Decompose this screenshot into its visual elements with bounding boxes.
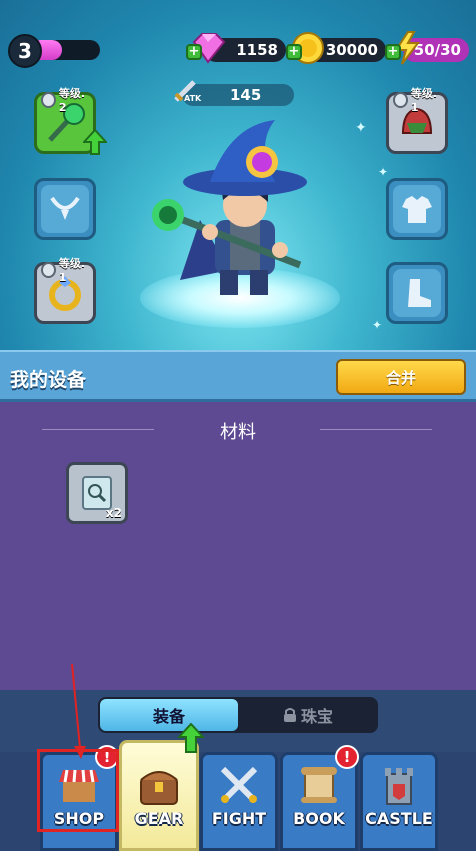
upgrade-arrow-icon	[83, 129, 107, 155]
coins-counter[interactable]: + 30000	[286, 32, 386, 64]
tab-jewelry[interactable]: 珠宝	[240, 699, 376, 731]
gems-value: 1158	[236, 41, 278, 59]
nav-gear-label: GEAR	[134, 809, 184, 828]
helmet-slot[interactable]: 等级. 1	[386, 87, 448, 154]
add-energy-icon[interactable]: +	[385, 44, 401, 60]
scroll-book-icon	[296, 765, 342, 805]
shield-small-icon	[41, 261, 56, 278]
wrench-icon	[41, 91, 56, 108]
nav-castle-label: CASTLE	[365, 809, 433, 828]
book-alert-badge: !	[335, 745, 359, 769]
ring-level: 等级. 1	[41, 255, 93, 284]
boots-slot[interactable]	[386, 262, 448, 324]
merge-button[interactable]: 合并	[336, 359, 466, 395]
player-level-value: 3	[18, 39, 32, 63]
material-count: x2	[105, 506, 122, 520]
nav-castle[interactable]: CASTLE	[360, 752, 438, 851]
helmet-level: 等级. 1	[393, 85, 445, 114]
gear-tab-switch: 装备 珠宝	[98, 697, 378, 733]
weapon-level-text: 等级. 2	[58, 87, 86, 114]
lightning-icon: +	[385, 30, 425, 66]
materials-panel: 材料 x2	[0, 402, 476, 690]
coins-value: 30000	[325, 41, 378, 59]
nav-book-label: BOOK	[293, 809, 345, 828]
materials-title: 材料	[220, 422, 256, 443]
nav-fight[interactable]: FIGHT	[200, 752, 278, 851]
atk-label: ATK	[184, 94, 202, 103]
red-arrow-icon	[71, 663, 86, 759]
necklace-icon	[50, 196, 80, 220]
sparkle-icon: ✦	[355, 120, 367, 136]
helmet-level-text: 等级. 1	[410, 87, 438, 114]
nav-book[interactable]: BOOK !	[280, 745, 359, 851]
chest-icon	[136, 765, 182, 805]
sparkle-icon: ✦	[372, 318, 383, 332]
my-gear-title: 我的设备	[10, 369, 87, 391]
tab-jewelry-label: 珠宝	[300, 707, 333, 726]
atk-stat: ATK 145	[174, 80, 294, 106]
armor-icon	[402, 196, 432, 223]
nav-gear[interactable]: GEAR	[119, 723, 204, 851]
armor-slot[interactable]	[386, 178, 448, 240]
gems-counter[interactable]: + 1158	[186, 33, 286, 64]
boot-icon	[408, 279, 431, 307]
nav-fight-label: FIGHT	[211, 809, 267, 828]
upgrade-arrow-icon	[178, 723, 204, 753]
wizard-hero-icon[interactable]	[150, 120, 330, 310]
weapon-level: 等级. 2	[41, 85, 93, 114]
my-gear-header: 我的设备 合并	[0, 350, 476, 402]
necklace-slot[interactable]	[34, 178, 96, 240]
energy-counter[interactable]: + 50/30	[385, 31, 469, 65]
add-coins-icon[interactable]: +	[286, 44, 302, 60]
gold-coin-icon: +	[286, 30, 326, 66]
horn-icon	[393, 91, 408, 108]
weapon-slot[interactable]: 等级. 2	[34, 87, 107, 155]
pink-gem-icon: +	[186, 30, 226, 66]
material-item[interactable]: x2	[66, 462, 128, 524]
atk-value: 145	[230, 86, 262, 104]
lock-icon	[283, 708, 296, 722]
divider-right	[320, 429, 432, 430]
castle-icon	[376, 765, 422, 805]
tab-equipment[interactable]: 装备	[100, 699, 238, 731]
ring-level-text: 等级. 1	[58, 257, 86, 284]
crossed-swords-icon	[216, 765, 262, 805]
add-gems-icon[interactable]: +	[186, 44, 202, 60]
sparkle-icon: ✦	[378, 165, 389, 179]
ring-slot[interactable]: 等级. 1	[34, 257, 96, 324]
player-level-badge[interactable]: 3	[8, 34, 42, 68]
